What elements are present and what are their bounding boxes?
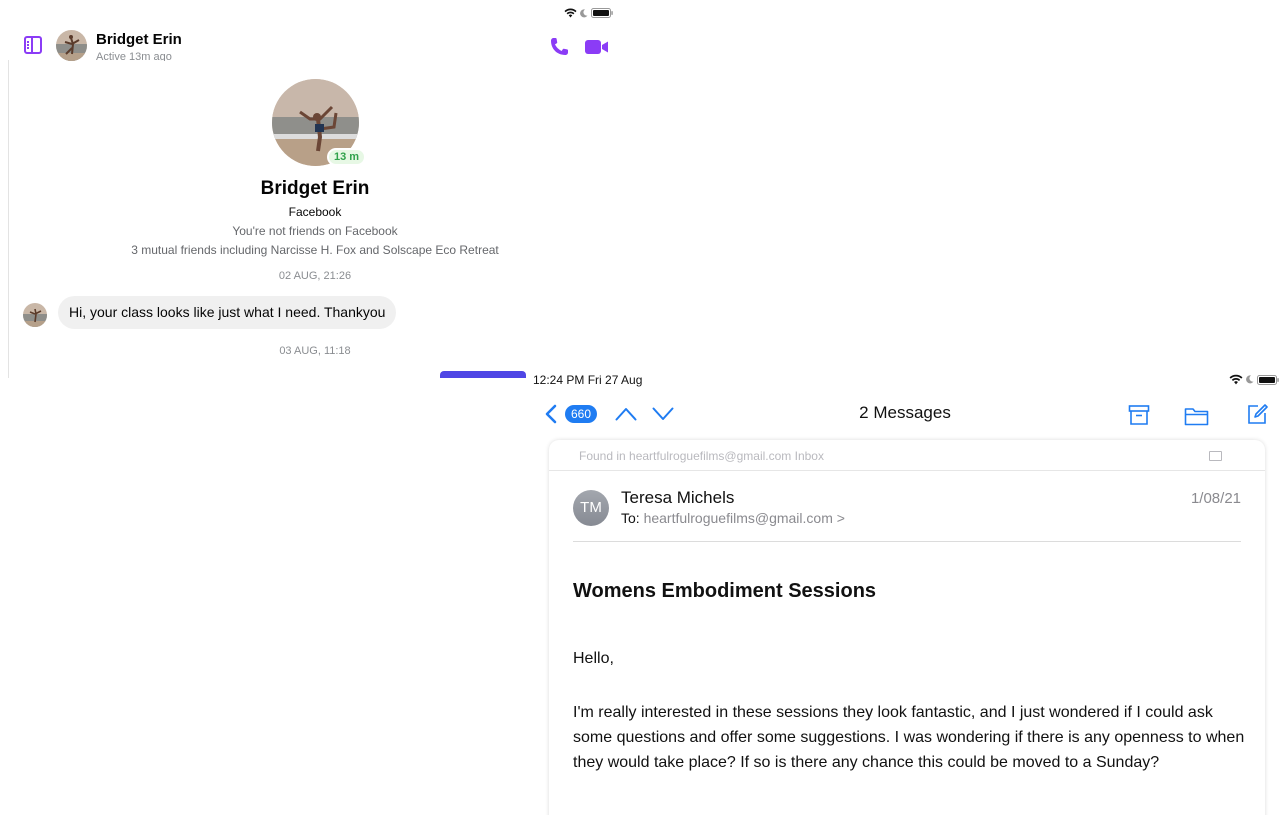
sidebar-toggle-icon[interactable] bbox=[24, 36, 42, 54]
message-subject: Womens Embodiment Sessions bbox=[573, 580, 877, 602]
battery-icon bbox=[1257, 374, 1279, 385]
wifi-icon bbox=[564, 8, 577, 18]
contact-name[interactable]: Bridget Erin bbox=[96, 31, 182, 48]
friend-status: You're not friends on Facebook bbox=[232, 224, 398, 238]
archive-icon[interactable] bbox=[1128, 404, 1150, 426]
battery-icon bbox=[591, 8, 613, 18]
message-timestamp: 02 AUG, 21:26 bbox=[278, 270, 352, 282]
profile-platform: Facebook bbox=[288, 205, 342, 219]
message-card: Found in heartfulroguefilms@gmail.com In… bbox=[549, 440, 1265, 815]
divider bbox=[549, 470, 1265, 471]
message-body: I'm really interested in these sessions … bbox=[573, 704, 1245, 771]
moon-icon bbox=[580, 8, 588, 17]
recipient-line[interactable]: To: heartfulroguefilms@gmail.com > bbox=[621, 510, 845, 526]
divider bbox=[573, 541, 1241, 542]
status-bar-time: 12:24 PM Fri 27 Aug bbox=[533, 373, 643, 387]
sender-name[interactable]: Teresa Michels bbox=[621, 488, 734, 508]
message-bubble[interactable]: Hi, your class looks like just what I ne… bbox=[58, 296, 397, 329]
profile-name: Bridget Erin bbox=[260, 178, 370, 199]
message-timestamp: 03 AUG, 11:18 bbox=[279, 345, 351, 357]
to-label: To: bbox=[621, 510, 640, 526]
wifi-icon bbox=[1229, 374, 1243, 385]
contact-status: Active 13m ago bbox=[96, 51, 172, 61]
status-bar-icons bbox=[564, 8, 613, 18]
folder-icon[interactable] bbox=[1184, 406, 1209, 426]
thread-title: 2 Messages bbox=[859, 403, 951, 422]
mutual-friends: 3 mutual friends including Narcisse H. F… bbox=[131, 243, 499, 257]
avatar[interactable] bbox=[23, 303, 47, 327]
active-time-badge: 13 m bbox=[327, 148, 367, 166]
sender-avatar[interactable]: TM bbox=[573, 490, 609, 526]
folder-icon bbox=[1209, 451, 1222, 461]
status-bar-icons bbox=[1229, 374, 1279, 385]
phone-icon[interactable] bbox=[548, 36, 570, 58]
recipient-address[interactable]: heartfulroguefilms@gmail.com > bbox=[644, 510, 845, 526]
pane-divider bbox=[8, 60, 9, 378]
compose-icon[interactable] bbox=[1246, 403, 1268, 425]
moon-icon bbox=[1246, 375, 1254, 384]
message-composer-edge bbox=[440, 371, 526, 378]
video-camera-icon[interactable] bbox=[584, 37, 610, 57]
message-greeting: Hello, bbox=[573, 650, 614, 667]
messenger-window: Bridget Erin Active 13m ago 13 m Bridget… bbox=[0, 0, 640, 378]
avatar[interactable] bbox=[56, 30, 87, 61]
message-date: 1/08/21 bbox=[1190, 490, 1241, 507]
mail-window: 12:24 PM Fri 27 Aug 660 2 Messages Found… bbox=[527, 366, 1283, 815]
found-in-label: Found in heartfulroguefilms@gmail.com In… bbox=[579, 449, 824, 463]
